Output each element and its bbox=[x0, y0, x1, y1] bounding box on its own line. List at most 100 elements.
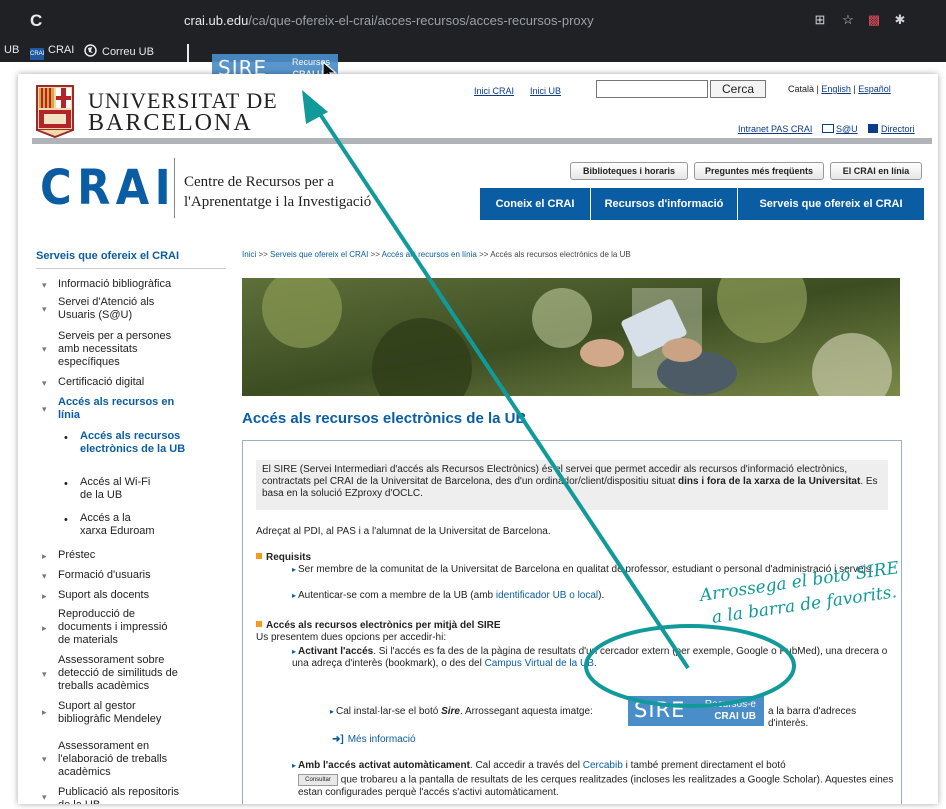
info-arrow-icon: ➜] bbox=[332, 734, 344, 745]
sidebar-sub-wifi[interactable]: Accés al Wi-Fi de la UB bbox=[80, 476, 160, 502]
breadcrumb: Inici >> Serveis que ofereix el CRAI >> … bbox=[242, 250, 631, 259]
search-input[interactable] bbox=[596, 80, 708, 98]
sidebar-sub-eduroam[interactable]: Accés a la xarxa Eduroam bbox=[80, 512, 160, 538]
arrow-icon: ▸ bbox=[292, 591, 297, 600]
expand-icon[interactable]: ▾ bbox=[42, 344, 47, 355]
arrow-icon: ▸ bbox=[330, 707, 335, 716]
sidebar-item-sau[interactable]: Servei d'Atenció als Usuaris (S@U) bbox=[58, 296, 168, 322]
install-text-end: a la barra d'adreces d'interès. bbox=[768, 706, 857, 729]
ub-crest-icon bbox=[36, 85, 74, 138]
expand-icon[interactable]: ▾ bbox=[42, 669, 47, 680]
breadcrumb-acces[interactable]: Accés als recursos en línia bbox=[382, 250, 477, 259]
language-switcher: Català | English | Español bbox=[788, 84, 891, 94]
star-icon[interactable]: ☆ bbox=[840, 12, 856, 28]
crai-name-line1: Centre de Recursos per a bbox=[184, 174, 334, 190]
link-inici-crai[interactable]: Inici CRAI bbox=[474, 86, 514, 96]
sire-heading: Accés als recursos electrònics per mitjà… bbox=[256, 620, 501, 632]
ub-logo[interactable]: UNIVERSITAT DE BARCELONA bbox=[32, 82, 277, 142]
hero-photo bbox=[242, 278, 900, 396]
link-inici-ub[interactable]: Inici UB bbox=[530, 86, 561, 96]
url-text[interactable]: crai.ub.edu/ca/que-ofereix-el-crai/acces… bbox=[184, 13, 594, 28]
link-identificador-ub[interactable]: identificador UB o local bbox=[496, 590, 598, 601]
sidebar-item-mendeley[interactable]: Suport al gestor bibliogràfic Mendeley bbox=[58, 700, 174, 726]
sire-intro: Us presentem dues opcions per accedir-hi… bbox=[256, 632, 447, 643]
ub-name-line2: BARCELONA bbox=[88, 110, 253, 136]
address-row: C crai.ub.edu/ca/que-ofereix-el-crai/acc… bbox=[0, 0, 946, 40]
sidebar-sub-acces-electronics[interactable]: Accés als recursos electrònics de la UB bbox=[80, 430, 190, 456]
sub-bullet-icon: • bbox=[64, 514, 68, 526]
sub-bullet-icon: • bbox=[64, 432, 68, 444]
sidebar-item-certificacio[interactable]: Certificació digital bbox=[58, 376, 218, 389]
option-1: ▸ Activant l'accés. Si l'accés es fa des … bbox=[292, 646, 888, 669]
sire-bookmarklet-button[interactable]: SIRE Recursos-e CRAI UB bbox=[628, 696, 764, 726]
pill-crai-en-linia[interactable]: El CRAI en línia bbox=[830, 162, 922, 180]
pill-biblioteques[interactable]: Biblioteques i horaris bbox=[570, 162, 688, 180]
breadcrumb-current: Accés als recursos electrònics de la UB bbox=[490, 250, 631, 259]
crai-name-line2: l'Aprenentatge i la Investigació bbox=[184, 194, 372, 210]
arrow-icon: ▸ bbox=[292, 761, 297, 770]
lang-catala[interactable]: Català bbox=[788, 84, 814, 94]
crai-logo[interactable]: CRAI bbox=[40, 160, 171, 220]
expand-icon[interactable]: ▾ bbox=[42, 792, 47, 803]
link-mes-informacio[interactable]: ➜] Més informació bbox=[332, 734, 416, 746]
expand-icon[interactable]: ▾ bbox=[42, 404, 47, 415]
requisits-heading: Requisits bbox=[256, 552, 311, 564]
reload-icon[interactable]: C bbox=[30, 11, 50, 31]
lang-english[interactable]: English bbox=[821, 84, 851, 94]
search-button[interactable]: Cerca bbox=[710, 80, 766, 98]
directory-icon bbox=[868, 124, 878, 133]
nav-serveis-crai[interactable]: Serveis que ofereix el CRAI bbox=[738, 188, 924, 220]
mail-icon bbox=[822, 124, 834, 133]
sidebar-item-necessitats[interactable]: Serveis per a persones amb necessitats e… bbox=[58, 330, 178, 369]
expand-icon[interactable]: ▸ bbox=[42, 623, 47, 634]
pill-preguntes[interactable]: Preguntes més freqüents bbox=[694, 162, 824, 180]
sidebar-rule bbox=[36, 268, 226, 269]
link-campus-virtual[interactable]: Campus Virtual de la UB bbox=[485, 658, 594, 669]
page-title: Accés als recursos electrònics de la UB bbox=[242, 410, 527, 427]
link-sau[interactable]: S@U bbox=[822, 124, 858, 134]
sidebar-item-informacio[interactable]: Informació bibliogràfica bbox=[58, 278, 218, 291]
expand-icon[interactable]: ▾ bbox=[42, 571, 47, 582]
sidebar-item-treballs[interactable]: Assessorament en l'elaboració de treball… bbox=[58, 740, 176, 779]
sidebar-item-formacio[interactable]: Formació d'usuaris bbox=[58, 569, 218, 582]
expand-icon[interactable]: ▾ bbox=[42, 280, 47, 291]
bookmark-crai[interactable]: CRAI CRAI bbox=[30, 44, 74, 60]
bookmark-ub[interactable]: UB bbox=[4, 44, 19, 56]
expand-icon[interactable]: ▾ bbox=[42, 378, 47, 389]
bookmark-drop-indicator bbox=[187, 44, 189, 62]
expand-icon[interactable]: ▾ bbox=[42, 304, 47, 315]
bookmark-correu-ub[interactable]: Correu UB bbox=[84, 44, 154, 58]
adrecat-text: Adreçat al PDI, al PAS i a l'alumnat de … bbox=[256, 526, 551, 537]
sub-bullet-icon: • bbox=[64, 478, 68, 490]
nav-coneix-crai[interactable]: Coneix el CRAI bbox=[480, 188, 590, 220]
sidebar-item-acces-recursos[interactable]: Accés als recursos en línia bbox=[58, 396, 188, 422]
link-cercabib[interactable]: Cercabib bbox=[583, 760, 623, 771]
sidebar-item-docents[interactable]: Suport als docents bbox=[58, 589, 218, 602]
expand-icon[interactable]: ▾ bbox=[42, 754, 47, 765]
translate-icon[interactable]: ⊞ bbox=[812, 12, 828, 28]
link-directori[interactable]: Directori bbox=[868, 124, 915, 134]
crai-logo-divider bbox=[174, 158, 175, 218]
link-intranet[interactable]: Intranet PAS CRAI bbox=[738, 124, 812, 134]
consultar-button[interactable]: Consultar bbox=[298, 774, 338, 786]
puzzle-icon[interactable]: ✱ bbox=[892, 12, 908, 28]
nav-recursos-informacio[interactable]: Recursos d'informació bbox=[591, 188, 737, 220]
sidebar-item-repositoris[interactable]: Publicació als repositoris de la UB bbox=[58, 786, 184, 804]
bookmarks-bar: UB CRAI CRAI Correu UB bbox=[0, 40, 946, 64]
extension-icon[interactable]: ▩ bbox=[866, 12, 882, 28]
expand-icon[interactable]: ▸ bbox=[42, 551, 47, 562]
option-2: ▸ Amb l'accés activat automàticament. Cal… bbox=[292, 760, 786, 771]
sidebar-item-reproduccio[interactable]: Reproducció de documents i impressió de … bbox=[58, 608, 178, 647]
arrow-icon: ▸ bbox=[292, 647, 297, 656]
breadcrumb-inici[interactable]: Inici bbox=[242, 250, 256, 259]
expand-icon[interactable]: ▸ bbox=[42, 591, 47, 602]
install-text: ▸ Cal instal·lar-se el botó Sire. Arrosse… bbox=[330, 706, 593, 717]
arrow-icon: ▸ bbox=[292, 565, 297, 574]
sidebar-item-prestec[interactable]: Préstec bbox=[58, 549, 218, 562]
sidebar-title[interactable]: Serveis que ofereix el CRAI bbox=[36, 250, 179, 262]
expand-icon[interactable]: ▸ bbox=[42, 707, 47, 718]
globe-icon bbox=[84, 44, 98, 57]
lang-espanol[interactable]: Español bbox=[858, 84, 891, 94]
sidebar-item-similituds[interactable]: Assessorament sobre detecció de similitu… bbox=[58, 654, 184, 693]
breadcrumb-serveis[interactable]: Serveis que ofereix el CRAI bbox=[270, 250, 368, 259]
